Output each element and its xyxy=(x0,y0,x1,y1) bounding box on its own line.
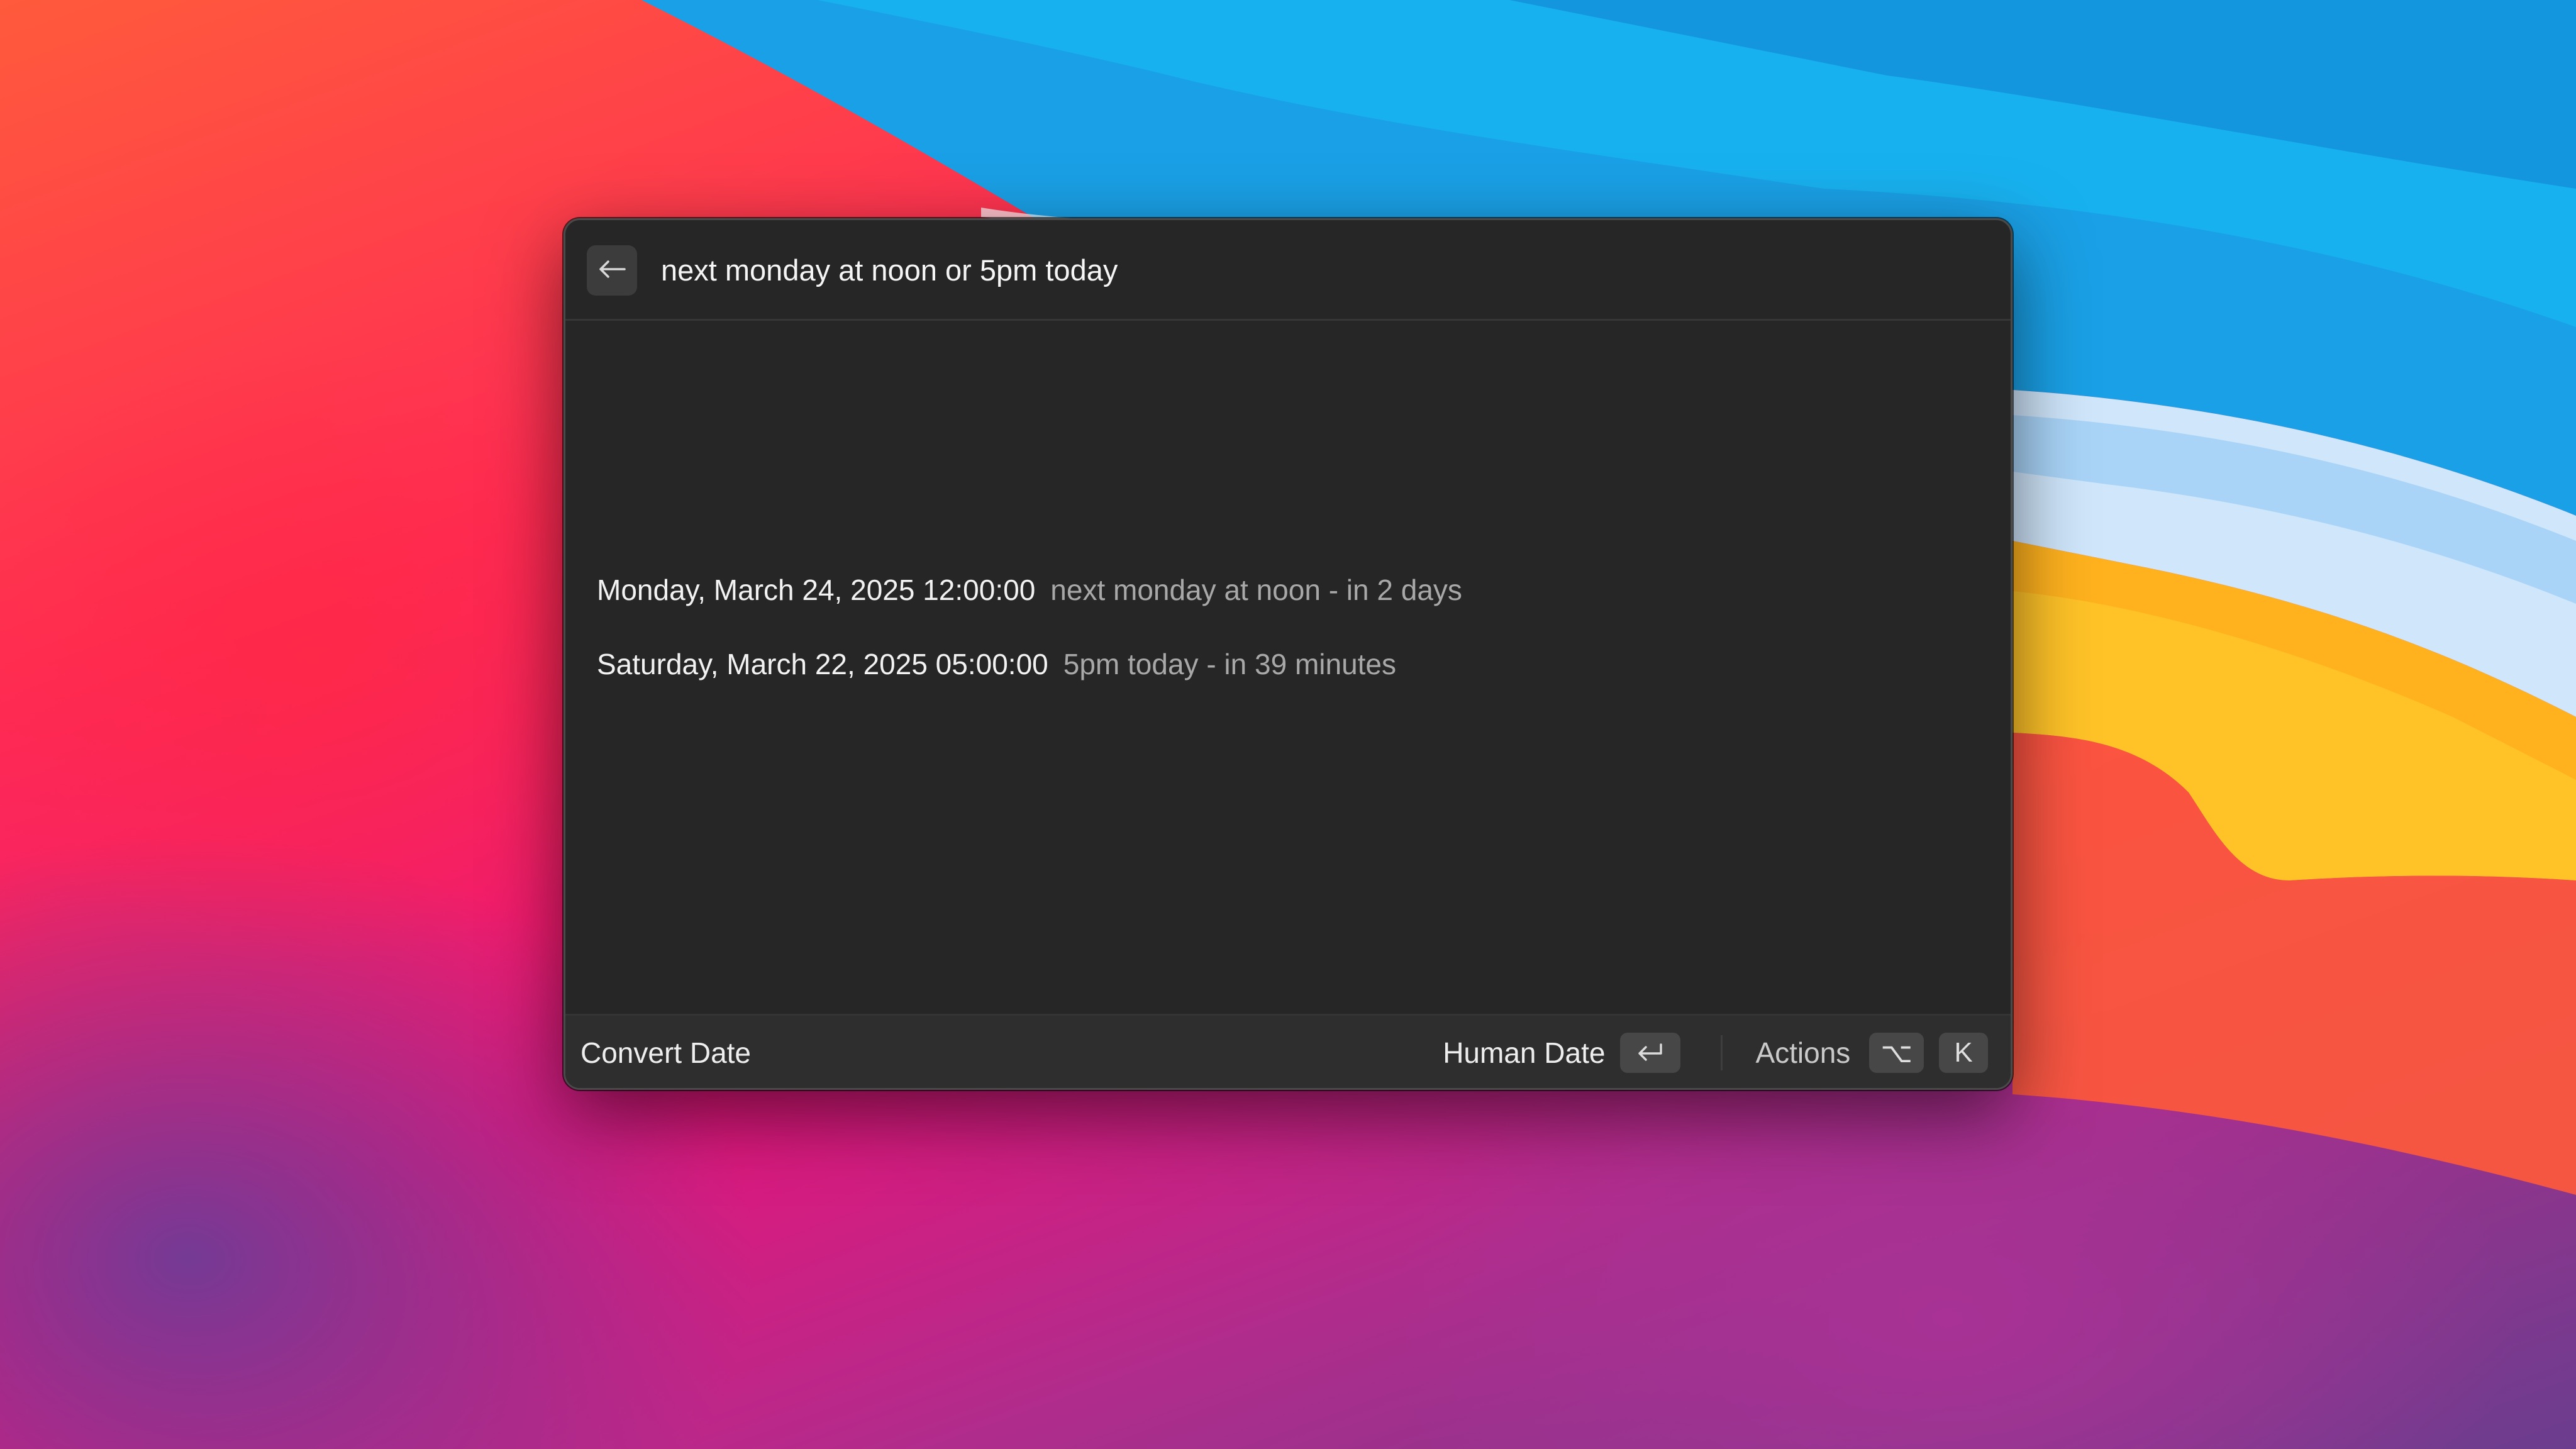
k-key-badge: K xyxy=(1939,1033,1988,1073)
primary-action-button[interactable]: Human Date xyxy=(1443,1036,1605,1070)
launcher-window: next monday at noon or 5pm today Monday,… xyxy=(564,218,2012,1090)
footer-actions: Human Date Actions ⌥ K xyxy=(1443,1016,1988,1088)
result-title: Monday, March 24, 2025 12:00:00 xyxy=(597,574,1036,606)
list-item[interactable]: Monday, March 24, 2025 12:00:00 next mond… xyxy=(597,565,1462,615)
option-key-icon: ⌥ xyxy=(1869,1033,1924,1073)
list-item[interactable]: Saturday, March 22, 2025 05:00:00 5pm tod… xyxy=(597,639,1396,689)
arrow-left-icon xyxy=(598,260,626,282)
footer-divider xyxy=(1721,1035,1723,1070)
return-key-icon xyxy=(1620,1033,1681,1073)
action-bar: Convert Date Human Date Actions ⌥ K xyxy=(565,1014,2011,1088)
result-subtitle: next monday at noon - in 2 days xyxy=(1050,574,1462,606)
search-bar: next monday at noon or 5pm today xyxy=(565,220,2011,321)
result-title: Saturday, March 22, 2025 05:00:00 xyxy=(597,648,1048,680)
result-subtitle: 5pm today - in 39 minutes xyxy=(1063,648,1397,680)
back-button[interactable] xyxy=(587,245,637,296)
command-title: Convert Date xyxy=(580,1036,752,1069)
search-input[interactable]: next monday at noon or 5pm today xyxy=(661,220,1118,321)
actions-button[interactable]: Actions xyxy=(1755,1036,1850,1070)
